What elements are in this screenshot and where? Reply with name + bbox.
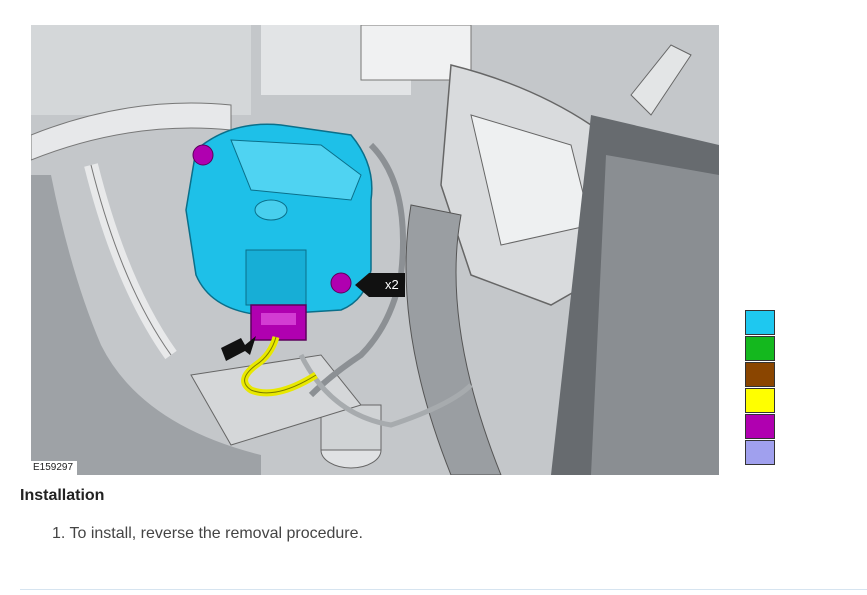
legend-swatch	[745, 388, 775, 413]
installation-figure: x2 E159297	[31, 25, 719, 475]
legend-swatch	[745, 362, 775, 387]
figure-id-label: E159297	[31, 461, 78, 475]
instruction-step: 1. To install, reverse the removal proce…	[52, 525, 363, 542]
fastener-count-callout: x2	[355, 273, 405, 297]
color-legend	[745, 310, 775, 466]
legend-swatch	[745, 414, 775, 439]
actuator-illustration	[31, 25, 719, 475]
legend-swatch	[745, 310, 775, 335]
section-divider	[20, 589, 867, 590]
legend-swatch	[745, 336, 775, 361]
legend-swatch	[745, 440, 775, 465]
section-heading: Installation	[20, 487, 105, 504]
